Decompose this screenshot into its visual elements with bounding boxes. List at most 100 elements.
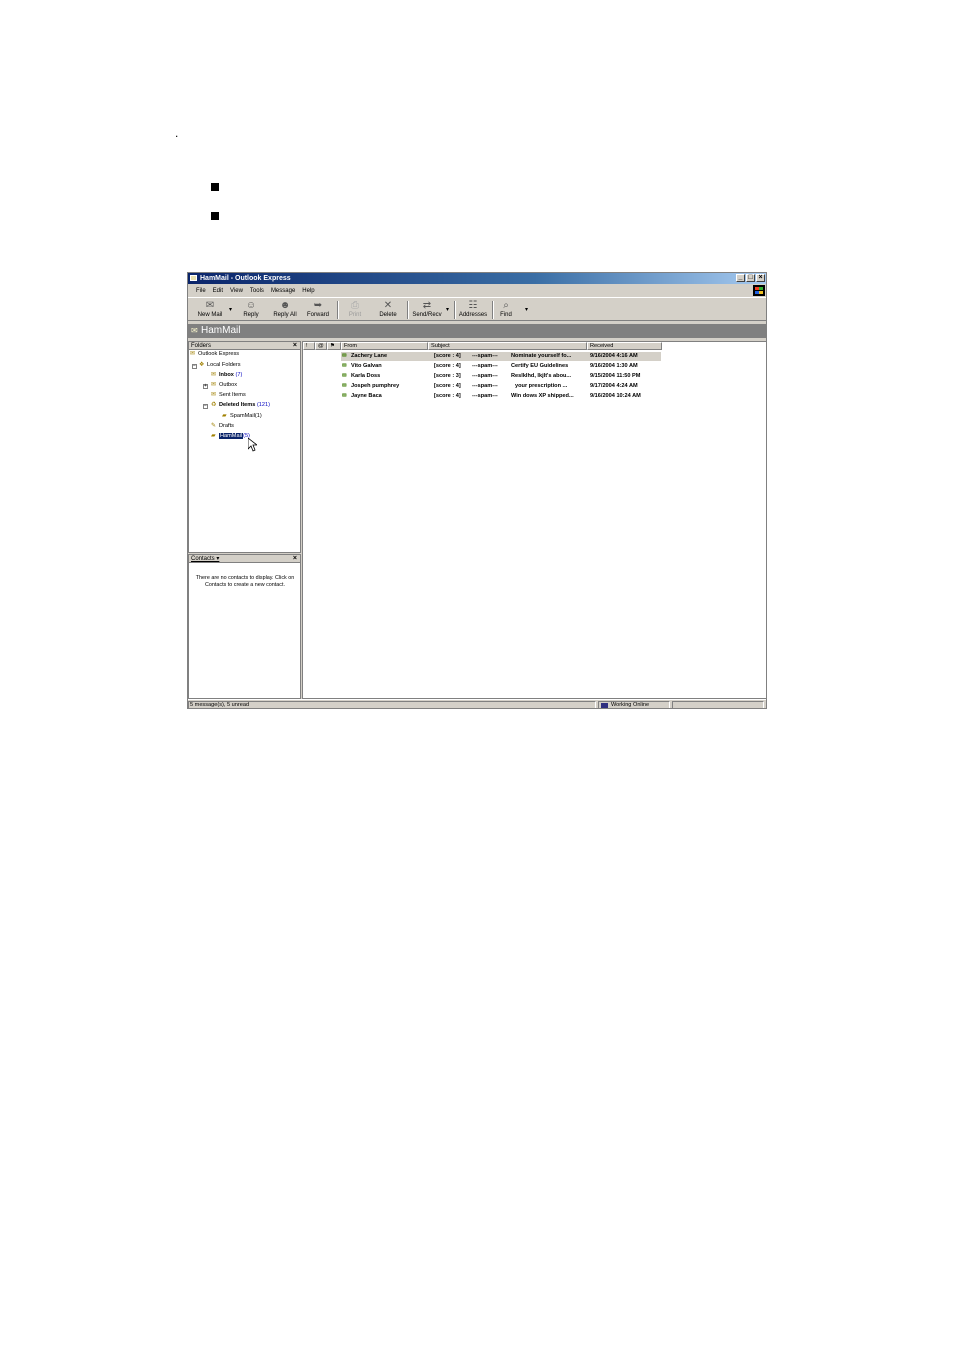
bullet-marker <box>211 183 219 191</box>
contacts-empty-message: There are no contacts to display. Click … <box>195 575 295 588</box>
forward-button[interactable]: ➥ Forward <box>304 299 332 321</box>
minimize-button[interactable]: _ <box>736 274 745 282</box>
folder-unread-count: (7) <box>235 372 243 378</box>
folders-pane: Folders × ✉ Outlook Express − ❖ Local Fold… <box>188 341 301 553</box>
local-folders-icon: ❖ <box>199 362 205 368</box>
message-received: 9/16/2004 10:24 AM <box>590 393 641 399</box>
folder-sent-items[interactable]: ✉ Sent Items <box>211 392 246 399</box>
windows-logo-icon <box>753 285 765 296</box>
folder-spammail[interactable]: ▰ SpamMail(1) <box>222 413 262 420</box>
folder-label: Drafts <box>219 423 234 429</box>
folder-label: Inbox <box>219 372 234 378</box>
folder-outlook-express[interactable]: ✉ Outlook Express <box>190 351 239 358</box>
title-bar[interactable]: HamMail - Outlook Express _ □ × <box>188 273 766 284</box>
menu-file[interactable]: File <box>196 287 206 295</box>
new-mail-dropdown-icon[interactable]: ▾ <box>229 307 232 313</box>
monitor-icon <box>601 703 608 708</box>
status-panel-empty <box>672 701 764 708</box>
toolbar-label: Print <box>348 312 362 318</box>
delete-icon: ✕ <box>383 300 393 311</box>
folders-pane-header: Folders × <box>189 342 300 350</box>
expand-outbox-icon[interactable]: + <box>203 384 208 389</box>
toolbar-separator <box>407 301 409 319</box>
send-receive-icon: ⇄ <box>422 300 432 311</box>
find-button[interactable]: ⌕ Find <box>497 299 515 321</box>
column-subject-header[interactable]: Subject <box>428 342 587 350</box>
folder-icon: ✉ <box>191 326 198 335</box>
message-score: [score : 4] <box>434 353 461 359</box>
toolbar-label: Reply <box>243 312 259 318</box>
delete-button[interactable]: ✕ Delete <box>375 299 401 321</box>
folders-pane-close-icon[interactable]: × <box>293 342 297 350</box>
bullet-marker <box>211 212 219 220</box>
message-row[interactable]: ✉ Jayne Baca [score : 4] ---spam--- Win … <box>303 392 766 401</box>
menu-message[interactable]: Message <box>271 287 295 295</box>
message-spam-tag: ---spam--- <box>472 363 498 369</box>
print-icon: ⎙ <box>351 300 359 311</box>
folder-banner-title: HamMail <box>201 325 241 336</box>
column-flag-header[interactable]: ⚑ <box>327 342 341 350</box>
contacts-pane-title[interactable]: Contacts ▾ <box>191 555 219 563</box>
message-subject: Reslklhd, lkjlt's abou... <box>511 373 572 379</box>
column-attachment-header[interactable]: @ <box>315 342 327 350</box>
deleted-items-icon: ♻ <box>211 402 217 408</box>
addresses-button[interactable]: ☷ Addresses <box>458 299 488 321</box>
folder-deleted-items[interactable]: ♻ Deleted Items (121) <box>211 402 270 409</box>
message-score: [score : 4] <box>434 383 461 389</box>
menu-edit[interactable]: Edit <box>213 287 223 295</box>
message-spam-tag: ---spam--- <box>472 393 498 399</box>
toolbar-label: Reply All <box>273 312 297 318</box>
folder-label: Outbox <box>219 382 238 388</box>
send-receive-dropdown-icon[interactable]: ▾ <box>446 307 449 313</box>
address-book-icon: ☷ <box>468 300 478 311</box>
find-dropdown-icon[interactable]: ▾ <box>525 307 528 313</box>
message-subject: Win dows XP shipped... <box>511 393 574 399</box>
reply-all-button[interactable]: ☻ Reply All <box>270 299 300 321</box>
message-row[interactable]: ✉ Karla Doss [score : 3] ---spam--- Resl… <box>303 372 766 381</box>
message-row[interactable]: ✉ Jospeh pumphrey [score : 4] ---spam---… <box>303 382 766 391</box>
page-dot: . <box>175 126 179 140</box>
maximize-button[interactable]: □ <box>746 274 755 282</box>
expand-deleted-items-icon[interactable]: − <box>203 404 208 409</box>
contacts-pane-close-icon[interactable]: × <box>293 555 297 563</box>
unread-envelope-icon: ✉ <box>342 383 347 389</box>
column-received-header[interactable]: Received <box>587 342 662 350</box>
folder-outbox[interactable]: ✉ Outbox <box>211 382 237 389</box>
folder-label: Local Folders <box>207 362 241 368</box>
print-button[interactable]: ⎙ Print <box>343 299 367 321</box>
outlook-express-icon: ✉ <box>190 351 196 357</box>
menu-tools[interactable]: Tools <box>250 287 264 295</box>
send-receive-button[interactable]: ⇄ Send/Recv <box>411 299 443 321</box>
menu-help[interactable]: Help <box>302 287 314 295</box>
new-mail-icon: ✉ <box>205 300 215 311</box>
message-list: ! @ ⚑ From Subject Received ✉ Zachery La… <box>302 341 766 699</box>
folder-icon: ▰ <box>211 433 216 439</box>
folder-drafts[interactable]: ✎ Drafts <box>211 423 234 430</box>
message-row[interactable]: ✉ Vito Galvan [score : 4] ---spam--- Cer… <box>303 362 766 371</box>
contacts-pane: Contacts ▾ × There are no contacts to di… <box>188 554 301 699</box>
new-mail-button[interactable]: ✉ New Mail <box>194 299 226 321</box>
inbox-icon: ✉ <box>211 372 217 378</box>
status-connection: Working Online <box>598 701 670 708</box>
message-score: [score : 4] <box>434 363 461 369</box>
folder-hammail[interactable]: ▰ HamMail(5) <box>211 433 250 440</box>
forward-icon: ➥ <box>313 300 323 311</box>
column-priority-header[interactable]: ! <box>303 342 315 350</box>
message-spam-tag: ---spam--- <box>472 373 498 379</box>
reply-button[interactable]: ☺ Reply <box>238 299 264 321</box>
toolbar: ✉ New Mail ▾ ☺ Reply ☻ Reply All ➥ Forwa… <box>188 297 766 321</box>
toolbar-label: Forward <box>306 312 329 318</box>
folder-label: Sent Items <box>219 392 246 398</box>
menu-view[interactable]: View <box>230 287 243 295</box>
toolbar-label: Delete <box>379 312 397 318</box>
folders-pane-title: Folders <box>191 343 212 349</box>
unread-envelope-icon: ✉ <box>342 373 347 379</box>
expand-local-folders-icon[interactable]: − <box>192 364 197 369</box>
close-button[interactable]: × <box>756 274 765 282</box>
folder-local-folders[interactable]: ❖ Local Folders <box>199 362 241 369</box>
message-spam-tag: ---spam--- <box>472 383 498 389</box>
message-row[interactable]: ✉ Zachery Lane [score : 4] ---spam--- No… <box>303 352 766 361</box>
folder-inbox[interactable]: ✉ Inbox (7) <box>211 372 242 379</box>
reply-icon: ☺ <box>245 300 257 311</box>
column-from-header[interactable]: From <box>341 342 428 350</box>
